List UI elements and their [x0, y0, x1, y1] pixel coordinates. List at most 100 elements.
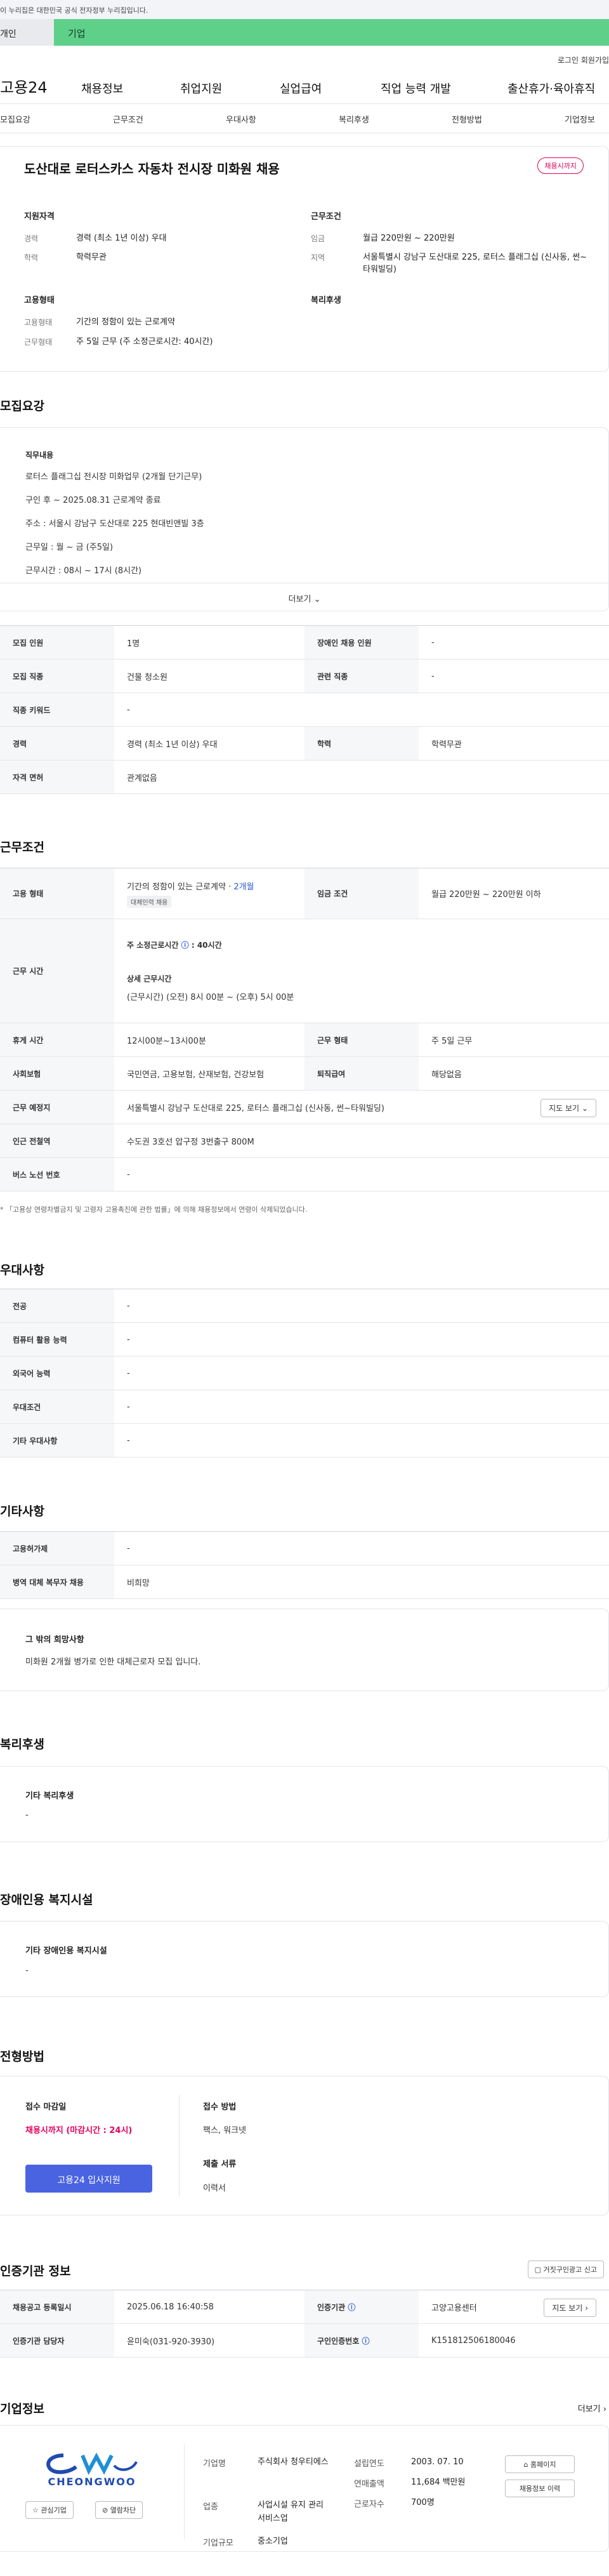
table-cell: 국민연금, 고용보험, 산재보험, 건강보험 [127, 1070, 265, 1080]
education-label: 학력 [24, 253, 39, 262]
table-row: 경력 경력 (최소 1년 이상) 우대 학력 학력무관 [0, 727, 609, 760]
company-more-label: 더보기 [577, 2405, 601, 2414]
work-section-title: 근무조건 [0, 840, 44, 854]
employees: 700명 [411, 2498, 435, 2507]
login-link[interactable]: 로그인 [558, 55, 579, 65]
table-cell: 수도권 3호선 압구정 3번출구 800M [127, 1137, 254, 1147]
status-badge: 채용시까지 [537, 157, 584, 174]
table-cell: 2025.06.18 16:40:58 [127, 2302, 214, 2312]
shift-label: 근무형태 [24, 338, 53, 347]
main-nav: 고용24 채용정보 취업지원 실업급여 직업 능력 개발 출산휴가·육아휴직 [0, 69, 609, 104]
site-logo[interactable]: 고용24 [0, 75, 48, 97]
work-summary-title: 근무조건 [311, 212, 341, 222]
table-row: 인증기관 담당자 윤미숙(031-920-3930) 구인인증번호 ⓘ K151… [0, 2324, 609, 2358]
tab-company[interactable]: 기업정보 [565, 113, 595, 125]
table-header-cell: 근무 시간 [0, 919, 114, 1023]
desc-line: 로터스 플래그십 전시장 미화업무 (2개월 단기근무) [25, 472, 202, 482]
table-header-cell: 구인인증번호 ⓘ [304, 2324, 419, 2357]
qualification-title: 지원자격 [24, 212, 55, 222]
nav-employment-support[interactable]: 취업지원 [180, 80, 222, 96]
company-name-label: 기업명 [203, 2459, 226, 2469]
founded-label: 설립연도 [354, 2459, 384, 2469]
map-button[interactable]: 지도 보기 ⌄ [540, 1099, 596, 1117]
recruit-table: 모집 인원 1명 장애인 채용 인원 - 모집 직종 건물 청소원 관련 직종 … [0, 625, 609, 794]
deadline-value: 채용시까지 (마감시간 : 24시) [25, 2126, 133, 2135]
table-header-cell: 채용공고 등록일시 [0, 2290, 114, 2323]
region-value: 서울특별시 강남구 도산대로 225, 로터스 플래그십 (신사동, 썬~타워빌… [363, 253, 587, 274]
table-header-cell: 자격 면허 [0, 760, 114, 793]
company-more-link[interactable]: 더보기 › [578, 2402, 606, 2414]
hours-detail: (근무시간) (오전) 8시 00분 ~ (오후) 5시 00분 [127, 993, 294, 1002]
utility-bar: 로그인 회원가입 [0, 46, 609, 69]
tab-work-conditions[interactable]: 근무조건 [113, 113, 143, 125]
tab-screening[interactable]: 전형방법 [452, 113, 482, 125]
table-cell: - [431, 637, 435, 647]
region-label: 지역 [311, 253, 325, 262]
company-section-title: 기업정보 [0, 2402, 44, 2416]
weekly-hours-value: : 40시간 [191, 941, 222, 950]
join-link[interactable]: 회원가입 [581, 55, 609, 65]
industry-label: 업종 [203, 2502, 218, 2512]
table-header-cell: 근무 형태 [304, 1023, 419, 1056]
welfare-box-text: - [25, 1810, 29, 1820]
interest-button[interactable]: ☆ 관심기업 [25, 2501, 74, 2519]
nav-vocational-training[interactable]: 직업 능력 개발 [381, 80, 451, 96]
gov-banner: 이 누리집은 대한민국 공식 전자정부 누리집입니다. [0, 0, 609, 19]
preference-section-title: 우대사항 [0, 1263, 44, 1277]
employees-label: 근로자수 [354, 2500, 384, 2509]
welfare-box-title: 기타 복리후생 [25, 1791, 74, 1801]
table-header-cell: 장애인 채용 인원 [304, 626, 419, 659]
welfare-section-title: 복리후생 [0, 1737, 44, 1751]
table-header-cell: 퇴직급여 [304, 1057, 419, 1090]
org-map-button[interactable]: 지도 보기 › [544, 2299, 596, 2317]
career-value: 경력 (최소 1년 이상) 우대 [76, 234, 167, 243]
tab-welfare[interactable]: 복리후생 [339, 113, 369, 125]
table-cell: - [127, 1402, 130, 1412]
table-header-cell: 경력 [0, 727, 114, 760]
tab-recruit[interactable]: 모집요강 [0, 113, 30, 125]
category-company[interactable]: 기업 [54, 19, 609, 46]
table-row: 고용 형태 기간의 정함이 있는 근로계약 · 2개월 대체인력 채용 임금 조… [0, 868, 609, 919]
education-value: 학력무관 [76, 253, 107, 262]
user-category-bar: 개인 기업 [0, 19, 609, 46]
table-cell: 1명 [127, 639, 140, 649]
apply-button[interactable]: 고용24 입사지원 [25, 2165, 152, 2193]
table-header-cell: 인근 전철역 [0, 1124, 114, 1157]
divider [179, 2095, 180, 2196]
info-icon[interactable]: ⓘ [362, 2335, 369, 2346]
section-tabs: 모집요강 근무조건 우대사항 복리후생 전형방법 기업정보 [0, 104, 609, 133]
nav-parental-leave[interactable]: 출산휴가·육아휴직 [508, 80, 595, 96]
job-history-button[interactable]: 채용정보 이력 [505, 2480, 575, 2497]
disabled-box-text: - [25, 1966, 29, 1975]
table-row: 근무 시간 주 소정근로시간 ⓘ : 40시간 상세 근무시간 (근무시간) (… [0, 919, 609, 1023]
sales: 11,684 백만원 [411, 2478, 466, 2487]
table-header-cell: 임금 조건 [304, 868, 419, 919]
block-button[interactable]: ⊘ 열람차단 [95, 2501, 143, 2519]
info-icon[interactable]: ⓘ [181, 941, 189, 950]
report-button-label: 거짓구인광고 신고 [543, 2266, 597, 2274]
homepage-button-label: 홈페이지 [530, 2460, 556, 2469]
info-icon[interactable]: ⓘ [348, 2302, 355, 2313]
table-header-cell: 외국어 능력 [0, 1357, 114, 1390]
more-button[interactable]: 더보기 ⌄ [0, 583, 609, 611]
employment-type-text: 기간의 정함이 있는 근로계약 · 2개월 [127, 880, 254, 892]
table-row: 자격 면허 관계없음 [0, 760, 609, 794]
table-cell: 기간의 정함이 있는 근로계약 · 2개월 대체인력 채용 [114, 868, 304, 919]
tab-preferences[interactable]: 우대사항 [226, 113, 256, 125]
employment-period: 2개월 [233, 882, 254, 892]
nav-job-info[interactable]: 채용정보 [81, 80, 123, 96]
chevron-down-icon: ⌄ [581, 1104, 588, 1113]
table-cell: - [127, 1435, 130, 1445]
nav-unemployment-benefit[interactable]: 실업급여 [280, 80, 322, 96]
report-button[interactable]: ▢ 거짓구인광고 신고 [527, 2261, 604, 2278]
homepage-button[interactable]: ⌂ 홈페이지 [505, 2455, 575, 2473]
recruit-section-title: 모집요강 [0, 399, 44, 413]
wish-box [0, 1609, 609, 1691]
substitute-chip: 대체인력 채용 [127, 895, 172, 908]
cert-number-label: 구인인증번호 [317, 2336, 360, 2346]
category-individual[interactable]: 개인 [0, 19, 54, 46]
map-button-label: 지도 보기 [552, 2304, 583, 2313]
gov-banner-text: 이 누리집은 대한민국 공식 전자정부 누리집입니다. [0, 6, 148, 15]
company-size: 중소기업 [258, 2537, 288, 2546]
table-cell: 윤미숙(031-920-3930) [127, 2337, 215, 2347]
